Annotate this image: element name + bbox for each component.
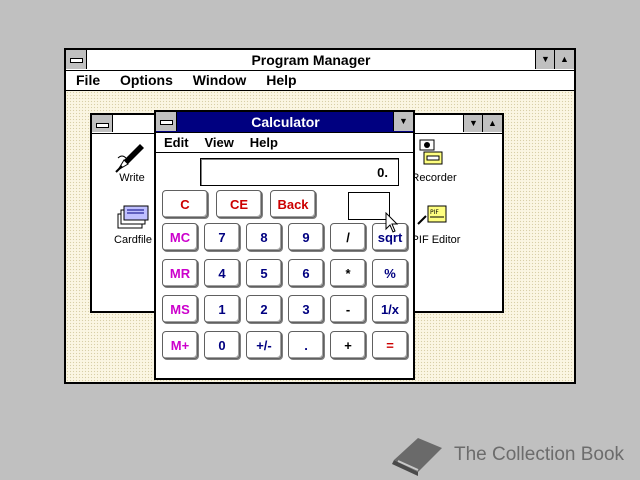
calc-menu-edit[interactable]: Edit (164, 133, 189, 152)
recorder-icon-label[interactable]: Recorder (410, 172, 458, 184)
key-percent[interactable]: % (372, 259, 408, 287)
key-2[interactable]: 2 (246, 295, 282, 323)
memory-recall-button[interactable]: MR (162, 259, 198, 287)
watermark-text: The Collection Book (454, 444, 625, 465)
key-decimal[interactable]: . (288, 331, 324, 359)
key-8[interactable]: 8 (246, 223, 282, 251)
program-manager-title: Program Manager (251, 52, 371, 68)
mouse-pointer-icon (385, 211, 399, 234)
menu-window[interactable]: Window (193, 71, 247, 90)
program-manager-titlebar[interactable]: Program Manager ▼ ▲ (66, 50, 574, 71)
key-0[interactable]: 0 (204, 331, 240, 359)
calc-menu-help[interactable]: Help (250, 133, 278, 152)
key-divide[interactable]: / (330, 223, 366, 251)
memory-clear-button[interactable]: MC (162, 223, 198, 251)
key-7[interactable]: 7 (204, 223, 240, 251)
calculator-title: Calculator (251, 114, 320, 130)
group-system-menu-icon[interactable] (92, 115, 113, 132)
menu-file[interactable]: File (76, 71, 100, 90)
watermark: The Collection Book (388, 430, 628, 476)
key-5[interactable]: 5 (246, 259, 282, 287)
maximize-icon[interactable]: ▲ (554, 50, 574, 69)
group-maximize-icon[interactable]: ▲ (482, 115, 502, 132)
group-minimize-icon[interactable]: ▼ (463, 115, 483, 132)
menu-options[interactable]: Options (120, 71, 173, 90)
key-add[interactable]: + (330, 331, 366, 359)
write-icon[interactable] (114, 140, 150, 174)
clear-button[interactable]: C (162, 190, 208, 218)
calculator-system-menu-icon[interactable] (156, 112, 177, 131)
svg-text:PIF: PIF (430, 209, 439, 216)
recorder-icon[interactable] (416, 138, 448, 170)
calculator-minimize-icon[interactable]: ▼ (393, 112, 413, 131)
key-subtract[interactable]: - (330, 295, 366, 323)
calc-menu-view[interactable]: View (204, 133, 233, 152)
key-9[interactable]: 9 (288, 223, 324, 251)
key-6[interactable]: 6 (288, 259, 324, 287)
key-4[interactable]: 4 (204, 259, 240, 287)
key-multiply[interactable]: * (330, 259, 366, 287)
key-sign[interactable]: +/- (246, 331, 282, 359)
memory-store-button[interactable]: MS (162, 295, 198, 323)
backspace-button[interactable]: Back (270, 190, 316, 218)
key-1[interactable]: 1 (204, 295, 240, 323)
pif-editor-icon-label[interactable]: PIF Editor (410, 234, 462, 246)
key-reciprocal[interactable]: 1/x (372, 295, 408, 323)
menu-help[interactable]: Help (266, 71, 296, 90)
calculator-menubar: Edit View Help (156, 133, 413, 153)
calculator-window[interactable]: Calculator ▼ Edit View Help 0. C CE Back… (154, 110, 415, 380)
program-manager-menubar: File Options Window Help (66, 71, 574, 91)
book-icon (392, 438, 442, 476)
system-menu-icon[interactable] (66, 50, 87, 69)
key-equals[interactable]: = (372, 331, 408, 359)
key-3[interactable]: 3 (288, 295, 324, 323)
memory-add-button[interactable]: M+ (162, 331, 198, 359)
write-icon-label[interactable]: Write (104, 172, 160, 184)
pif-editor-icon[interactable]: PIF (416, 202, 450, 230)
calculator-titlebar[interactable]: Calculator ▼ (156, 112, 413, 133)
minimize-icon[interactable]: ▼ (535, 50, 555, 69)
memory-indicator (348, 192, 390, 220)
cardfile-icon[interactable] (116, 202, 150, 230)
clear-entry-button[interactable]: CE (216, 190, 262, 218)
calculator-display: 0. (200, 158, 399, 186)
